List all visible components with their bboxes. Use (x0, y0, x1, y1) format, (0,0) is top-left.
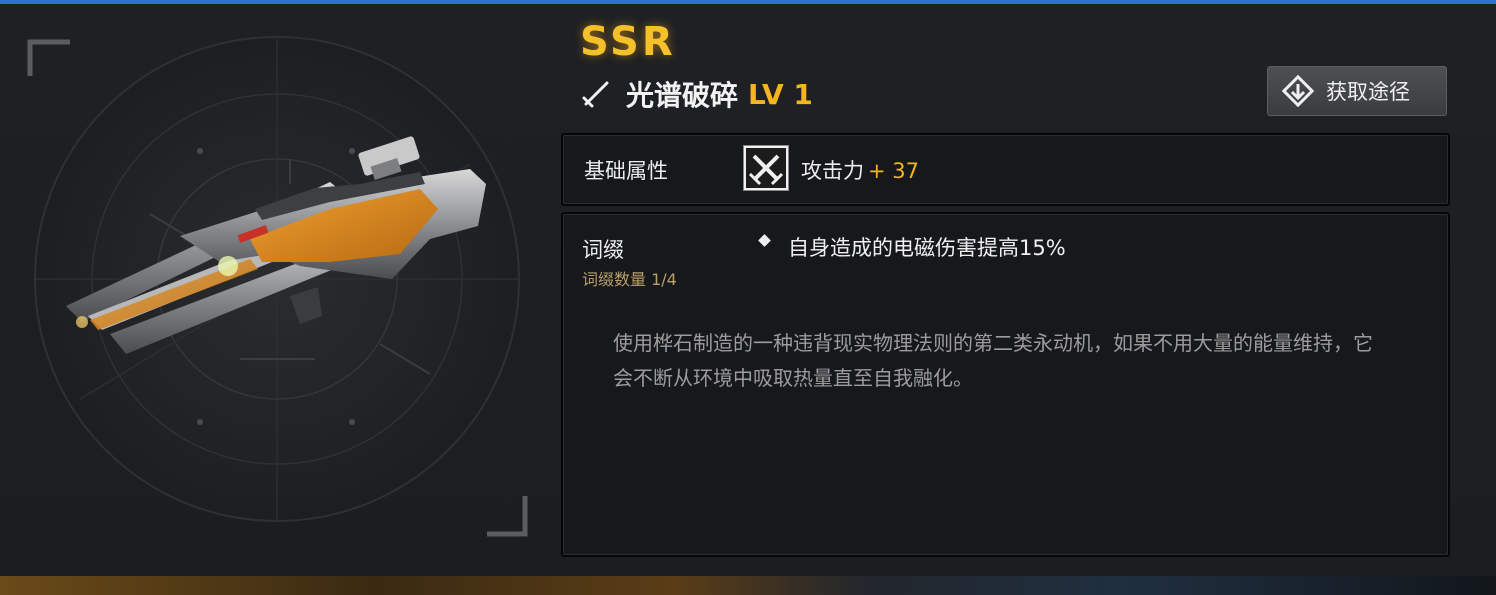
weapon-showcase (0, 4, 560, 576)
attack-stat-bonus: + 37 (868, 159, 919, 183)
weapon-title: 光谱破碎 LV 1 (580, 72, 813, 116)
weapon-level: LV 1 (748, 77, 813, 111)
affix-label: 词缀 (582, 238, 624, 262)
route-diamond-icon (1282, 75, 1314, 107)
affix-bullet-icon (758, 234, 771, 247)
attack-stat: 攻击力 + 37 (801, 155, 919, 185)
attack-stat-name: 攻击力 (801, 159, 864, 183)
weapon-lore-text: 使用桦石制造的一种违背现实物理法则的第二类永动机，如果不用大量的能量维持，它会不… (613, 331, 1373, 390)
affix-count: 词缀数量 1/4 (582, 270, 677, 289)
base-attributes-section: 基础属性 攻击力 + 37 (561, 133, 1450, 206)
base-attributes-label: 基础属性 (584, 159, 668, 183)
background-strip (0, 576, 1496, 595)
crossed-swords-icon (743, 145, 789, 191)
sword-icon (582, 81, 609, 108)
acquire-source-label: 获取途径 (1326, 80, 1410, 104)
weapon-name: 光谱破碎 (626, 79, 739, 112)
affix-section: 词缀 词缀数量 1/4 自身造成的电磁伤害提高15% 使用桦石制造的一种违背现实… (561, 212, 1450, 557)
acquire-source-button[interactable]: 获取途径 (1267, 66, 1447, 116)
weapon-illustration (27, 36, 528, 537)
affix-entry: 自身造成的电磁伤害提高15% (788, 236, 1066, 260)
rarity-badge: SSR (580, 19, 676, 65)
